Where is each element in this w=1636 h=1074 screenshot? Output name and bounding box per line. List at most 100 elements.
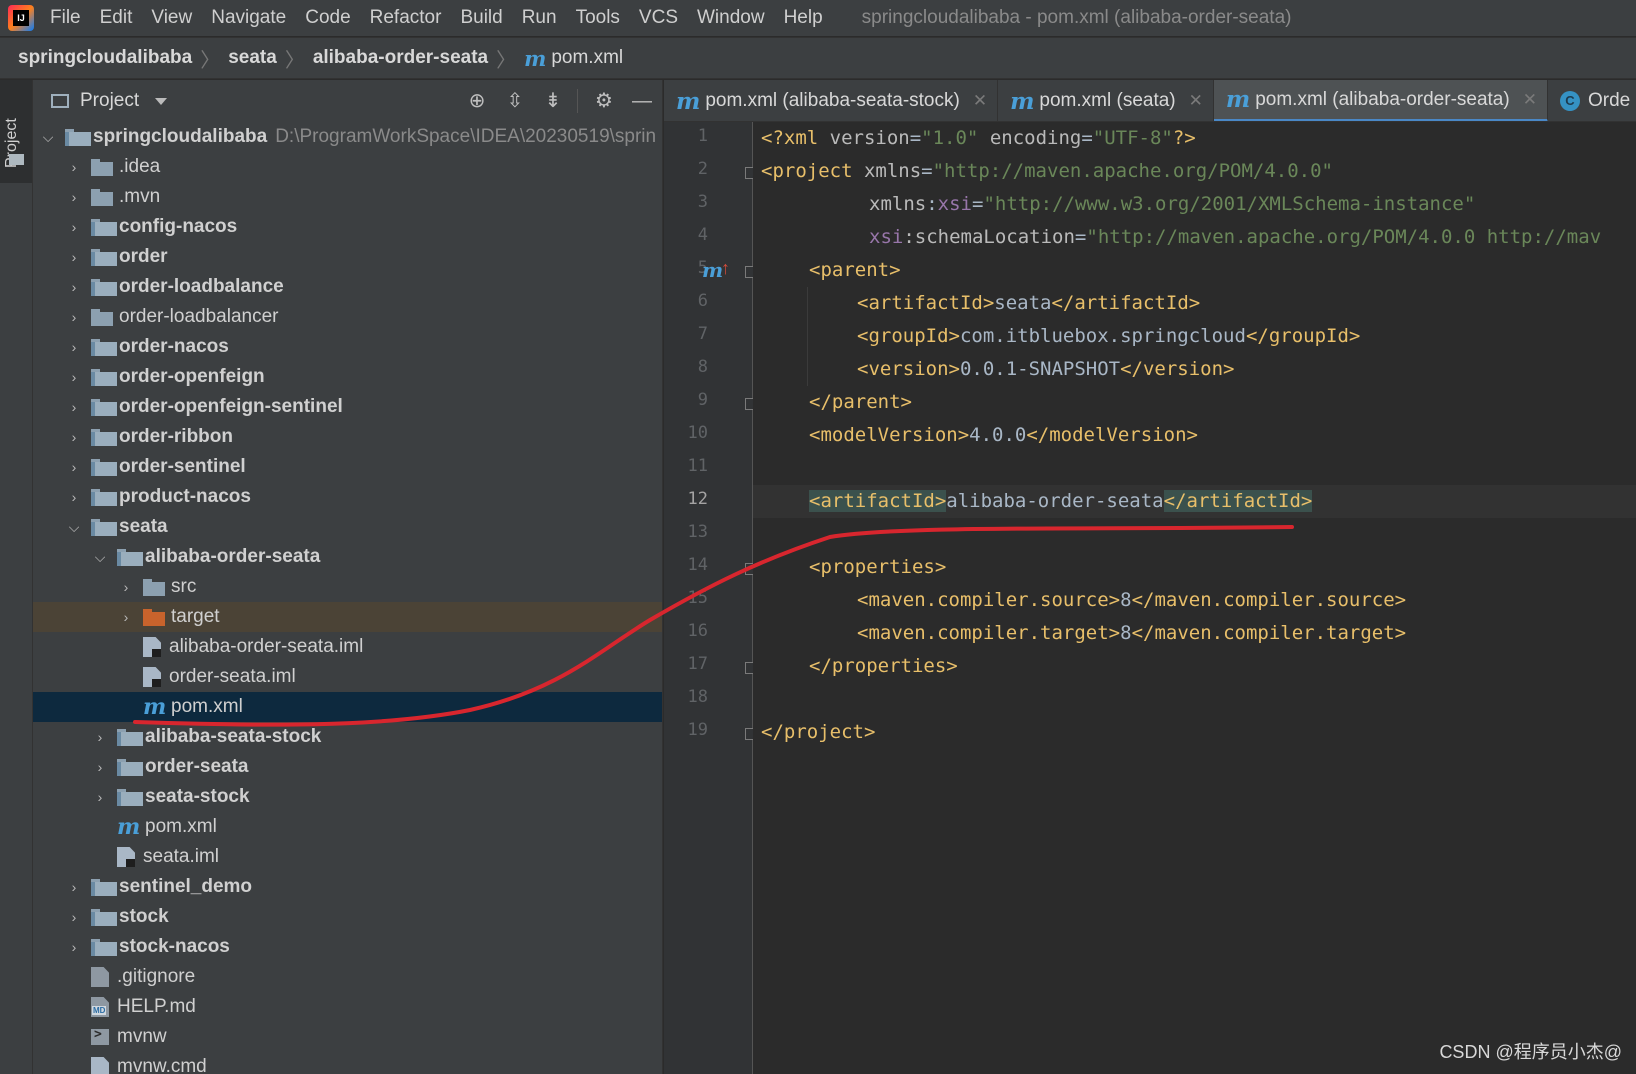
folder-icon <box>91 188 113 206</box>
tree-node[interactable]: › seata-stock <box>33 782 662 812</box>
tree-node[interactable]: m pom.xml <box>33 812 662 842</box>
tree-node[interactable]: › order-openfeign <box>33 362 662 392</box>
tree-node-label: mvnw <box>117 1026 167 1047</box>
chevron-right-icon[interactable]: › <box>93 759 107 775</box>
breadcrumb-item-seata[interactable]: seata <box>228 47 277 69</box>
arrow-up-icon[interactable]: ↑ <box>721 258 730 279</box>
project-tool-window-button[interactable]: Project <box>0 80 32 183</box>
menu-run[interactable]: Run <box>522 7 557 29</box>
menu-navigate[interactable]: Navigate <box>211 7 286 29</box>
menu-edit[interactable]: Edit <box>100 7 133 29</box>
chevron-right-icon[interactable]: › <box>67 429 81 445</box>
expand-all-icon[interactable]: ⇳ <box>503 89 527 113</box>
maven-parent-gutter-icon[interactable]: m <box>702 258 723 282</box>
chevron-right-icon[interactable]: › <box>67 309 81 325</box>
module-folder-icon <box>91 458 117 476</box>
chevron-down-icon[interactable]: ⌵ <box>41 129 55 146</box>
chevron-right-icon[interactable]: › <box>67 879 81 895</box>
chevron-down-icon[interactable]: ⌵ <box>93 549 107 566</box>
tree-node[interactable]: › order-ribbon <box>33 422 662 452</box>
chevron-right-icon[interactable]: › <box>67 489 81 505</box>
chevron-right-icon[interactable]: › <box>67 399 81 415</box>
close-icon[interactable]: ✕ <box>1523 90 1537 110</box>
tree-node[interactable]: HELP.md <box>33 992 662 1022</box>
tree-node[interactable]: › .mvn <box>33 182 662 212</box>
chevron-right-icon[interactable]: › <box>67 189 81 205</box>
project-panel-title[interactable]: Project <box>80 90 139 112</box>
chevron-right-icon[interactable]: › <box>119 609 133 625</box>
tree-node[interactable]: seata.iml <box>33 842 662 872</box>
tree-node-label: order-loadbalancer <box>119 306 279 327</box>
tree-node[interactable]: › order-seata <box>33 752 662 782</box>
chevron-right-icon[interactable]: › <box>67 369 81 385</box>
chevron-right-icon[interactable]: › <box>93 729 107 745</box>
menu-help[interactable]: Help <box>784 7 823 29</box>
gear-icon[interactable]: ⚙ <box>592 89 616 113</box>
tree-node[interactable]: › alibaba-seata-stock <box>33 722 662 752</box>
tree-node[interactable]: alibaba-order-seata.iml <box>33 632 662 662</box>
menu-refactor[interactable]: Refactor <box>370 7 442 29</box>
tree-node-root[interactable]: ⌵ springcloudalibaba D:\ProgramWorkSpace… <box>33 122 662 152</box>
tree-node[interactable]: › .idea <box>33 152 662 182</box>
line-number: 14 <box>687 555 708 575</box>
tree-node[interactable]: › order-openfeign-sentinel <box>33 392 662 422</box>
folder-icon <box>91 158 113 176</box>
breadcrumb-item-root[interactable]: springcloudalibaba <box>18 47 192 69</box>
code-editor[interactable]: <?xml version="1.0" encoding="UTF-8"?> <… <box>753 122 1636 1074</box>
collapse-all-icon[interactable]: ⇟ <box>541 89 565 113</box>
chevron-right-icon[interactable]: › <box>93 789 107 805</box>
tab-pom-alibaba-order-seata[interactable]: m pom.xml (alibaba-order-seata) ✕ <box>1213 80 1548 121</box>
chevron-right-icon[interactable]: › <box>67 459 81 475</box>
tree-node-seata[interactable]: ⌵ seata <box>33 512 662 542</box>
tree-node[interactable]: › sentinel_demo <box>33 872 662 902</box>
chevron-right-icon[interactable]: › <box>67 279 81 295</box>
tab-pom-seata[interactable]: m pom.xml (seata) ✕ <box>998 80 1214 121</box>
menu-code[interactable]: Code <box>305 7 350 29</box>
code-line: xsi:schemaLocation="http://maven.apache.… <box>869 226 1602 248</box>
tree-node[interactable]: › order-sentinel <box>33 452 662 482</box>
chevron-right-icon[interactable]: › <box>67 909 81 925</box>
tree-node[interactable]: › config-nacos <box>33 212 662 242</box>
tree-node[interactable]: › order <box>33 242 662 272</box>
close-icon[interactable]: ✕ <box>973 91 987 111</box>
tab-order-class[interactable]: C Orde <box>1548 80 1636 121</box>
tree-node[interactable]: order-seata.iml <box>33 662 662 692</box>
chevron-right-icon[interactable]: › <box>119 579 133 595</box>
module-folder-icon <box>91 338 117 356</box>
breadcrumb-item-file[interactable]: pom.xml <box>551 47 623 69</box>
code-line: </project> <box>761 721 876 743</box>
tree-node[interactable]: .gitignore <box>33 962 662 992</box>
menu-window[interactable]: Window <box>697 7 765 29</box>
menu-file[interactable]: File <box>50 7 81 29</box>
tree-node[interactable]: mvnw <box>33 1022 662 1052</box>
tree-node[interactable]: › stock <box>33 902 662 932</box>
tab-pom-alibaba-seata-stock[interactable]: m pom.xml (alibaba-seata-stock) ✕ <box>664 80 999 121</box>
chevron-down-icon[interactable]: ⌵ <box>67 519 81 536</box>
chevron-right-icon[interactable]: › <box>67 249 81 265</box>
chevron-down-icon[interactable] <box>155 97 168 105</box>
chevron-right-icon[interactable]: › <box>67 159 81 175</box>
tree-node[interactable]: › order-loadbalance <box>33 272 662 302</box>
tree-node-target[interactable]: › target <box>33 602 662 632</box>
tree-node[interactable]: › src <box>33 572 662 602</box>
tree-node[interactable]: › order-loadbalancer <box>33 302 662 332</box>
menu-tools[interactable]: Tools <box>576 7 620 29</box>
tree-node-pom-selected[interactable]: m pom.xml <box>33 692 662 722</box>
tree-node[interactable]: › product-nacos <box>33 482 662 512</box>
hide-panel-icon[interactable]: — <box>630 89 654 113</box>
code-line: xmlns:xsi="http://www.w3.org/2001/XMLSch… <box>869 193 1476 215</box>
menu-view[interactable]: View <box>151 7 192 29</box>
chevron-right-icon[interactable]: › <box>67 219 81 235</box>
tree-node[interactable]: mvnw.cmd <box>33 1052 662 1074</box>
breadcrumb-item-module[interactable]: alibaba-order-seata <box>313 47 488 69</box>
menu-build[interactable]: Build <box>460 7 502 29</box>
chevron-right-icon[interactable]: › <box>67 939 81 955</box>
chevron-right-icon[interactable]: › <box>67 339 81 355</box>
toolbar-divider <box>577 89 578 113</box>
menu-vcs[interactable]: VCS <box>639 7 678 29</box>
close-icon[interactable]: ✕ <box>1189 91 1203 111</box>
locate-file-icon[interactable]: ⊕ <box>465 89 489 113</box>
tree-node[interactable]: › stock-nacos <box>33 932 662 962</box>
tree-node[interactable]: › order-nacos <box>33 332 662 362</box>
tree-node-alibaba-order-seata[interactable]: ⌵ alibaba-order-seata <box>33 542 662 572</box>
